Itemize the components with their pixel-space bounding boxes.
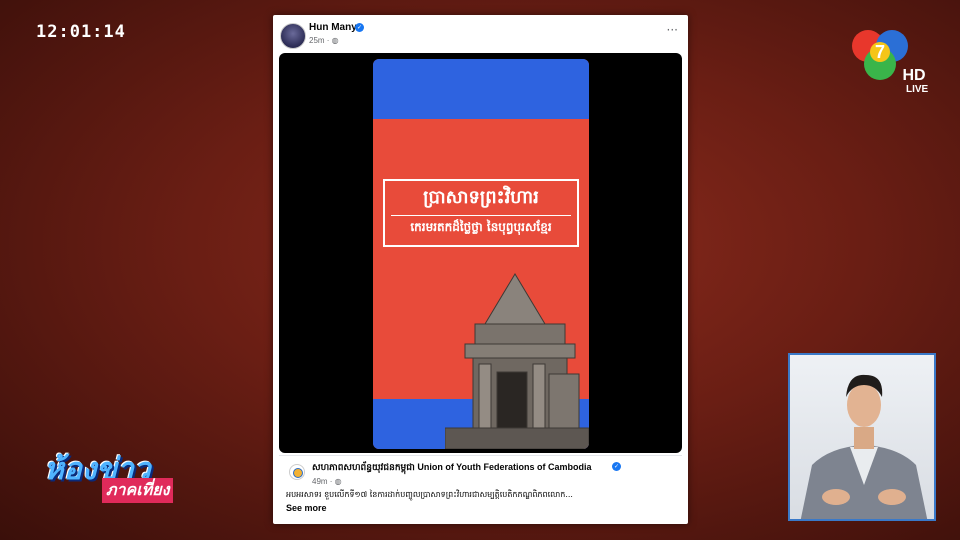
shared-post: សហភាពសហព័ន្ធយុវជនកម្ពុជា Union of Youth …: [279, 455, 682, 519]
video-title-line2: កេរមរតកដ៏ថ្លៃថ្លា នៃបុព្វបុរសខ្មែរ: [410, 220, 552, 234]
shared-post-time-text: 49m ·: [312, 477, 335, 486]
more-options-icon[interactable]: ···: [667, 23, 678, 37]
show-title-line2: ภาคเที่ยง: [102, 478, 174, 503]
live-label: LIVE: [906, 84, 929, 95]
post-text: អបអរសាទរ ខួបលើកទី១៧ នៃការដាក់បញ្ចូលប្រាស…: [286, 490, 573, 499]
video-title-line1: ប្រាសាទព្រះវិហារ: [423, 187, 539, 208]
broadcast-clock: 12:01:14: [36, 22, 126, 42]
interpreter-figure: [800, 374, 928, 519]
page-name[interactable]: សហភាពសហព័ន្ធយុវជនកម្ពុជា Union of Youth …: [312, 462, 592, 475]
globe-icon: ◍: [331, 36, 339, 45]
author-name[interactable]: Hun Many: [309, 22, 357, 33]
facebook-post: Hun Many ✓ 25m · ◍ ··· ប្រាសាទព្រះវិហារ …: [273, 15, 688, 524]
verified-badge-icon: ✓: [355, 23, 364, 32]
video-player[interactable]: ប្រាសាទព្រះវិហារ កេរមរតកដ៏ថ្លៃថ្លា នៃបុព…: [279, 53, 682, 453]
page-logo-emblem: [293, 468, 303, 478]
see-more-link[interactable]: See more: [286, 503, 327, 513]
author-avatar[interactable]: [280, 23, 306, 49]
temple-image: [445, 273, 589, 449]
sign-language-interpreter: [788, 353, 936, 521]
video-frame: ប្រាសាទព្រះវិហារ កេរមរតកដ៏ថ្លៃថ្លា នៃបុព…: [373, 59, 589, 449]
verified-badge-icon: ✓: [612, 462, 621, 471]
video-title-box: ប្រាសាទព្រះវិហារ កេរមរតកដ៏ថ្លៃថ្លា នៃបុព…: [383, 179, 579, 247]
video-title-divider: [391, 215, 571, 216]
svg-text:HD: HD: [902, 67, 925, 84]
flag-band-top: [373, 59, 589, 119]
shared-post-time[interactable]: 49m · ◍: [312, 477, 342, 486]
globe-icon: ◍: [334, 477, 342, 486]
post-time-text: 25m ·: [309, 36, 332, 45]
svg-text:7: 7: [875, 42, 885, 62]
page-logo[interactable]: [289, 464, 305, 480]
show-logo: ห้องข่าว ภาคเที่ยง: [40, 444, 208, 504]
post-time[interactable]: 25m · ◍: [309, 36, 339, 45]
